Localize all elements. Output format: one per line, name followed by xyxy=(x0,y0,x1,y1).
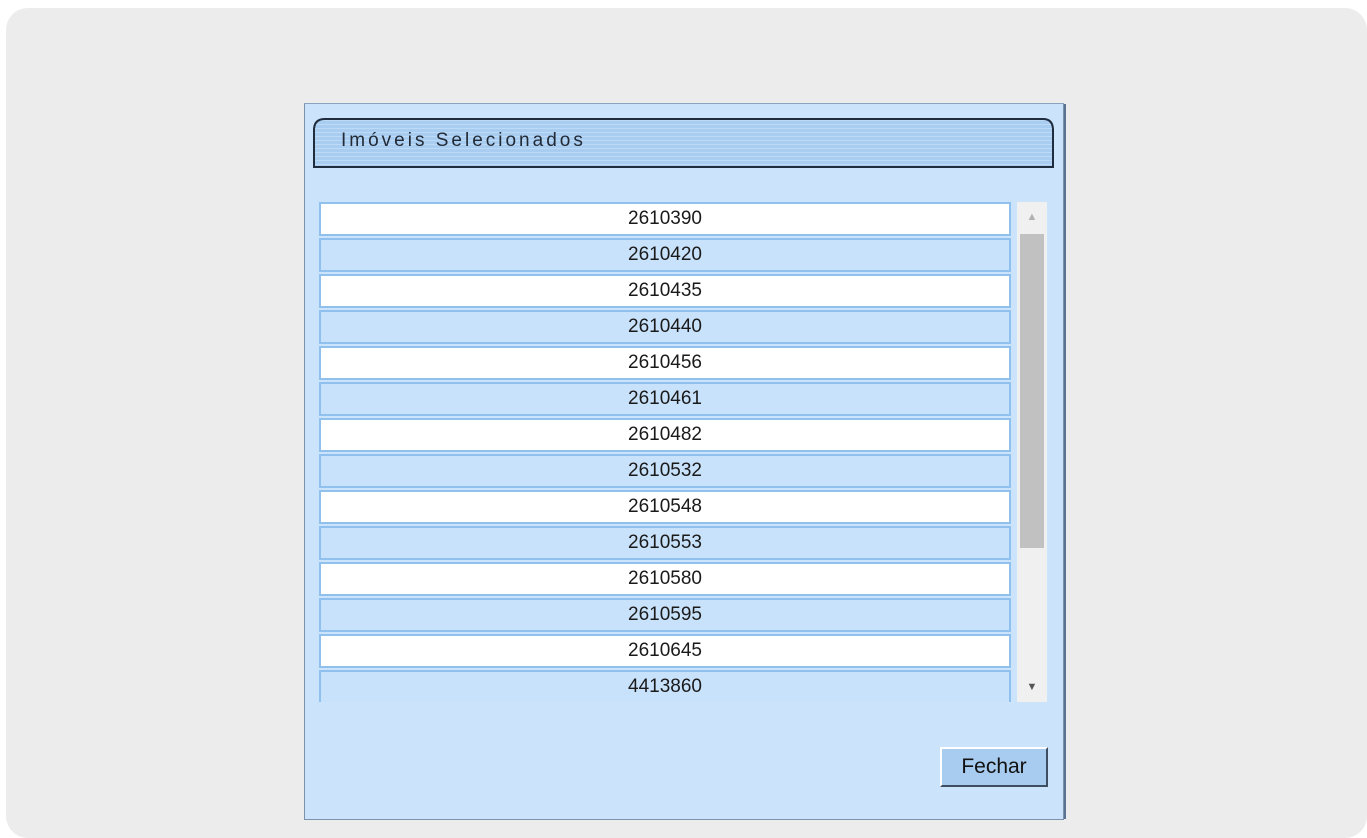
list-item[interactable]: 4413860 xyxy=(319,670,1011,702)
list-item[interactable]: 2610595 xyxy=(319,598,1011,632)
list-item[interactable]: 2610645 xyxy=(319,634,1011,668)
list-item[interactable]: 2610461 xyxy=(319,382,1011,416)
list-item[interactable]: 2610420 xyxy=(319,238,1011,272)
dialog-title: Imóveis Selecionados xyxy=(341,130,586,151)
selected-properties-dialog: Imóveis Selecionados 2610390 2610420 26104… xyxy=(304,103,1066,820)
list-item[interactable]: 2610456 xyxy=(319,346,1011,380)
list-item[interactable]: 2610532 xyxy=(319,454,1011,488)
list-item[interactable]: 2610482 xyxy=(319,418,1011,452)
list-item[interactable]: 2610435 xyxy=(319,274,1011,308)
property-list-rows: 2610390 2610420 2610435 2610440 2610456 26104… xyxy=(319,202,1011,702)
list-scrollbar[interactable]: ▲ ▼ xyxy=(1017,202,1047,702)
list-item[interactable]: 2610548 xyxy=(319,490,1011,524)
scroll-thumb[interactable] xyxy=(1020,234,1044,548)
list-item[interactable]: 2610553 xyxy=(319,526,1011,560)
property-list[interactable]: 2610390 2610420 2610435 2610440 2610456 26104… xyxy=(319,202,1049,702)
list-item[interactable]: 2610440 xyxy=(319,310,1011,344)
scroll-down-icon[interactable]: ▼ xyxy=(1017,672,1047,702)
close-button[interactable]: Fechar xyxy=(940,747,1048,787)
list-item[interactable]: 2610390 xyxy=(319,202,1011,236)
scroll-up-icon[interactable]: ▲ xyxy=(1017,202,1047,232)
list-item[interactable]: 2610580 xyxy=(319,562,1011,596)
dialog-title-bar: Imóveis Selecionados xyxy=(313,118,1055,168)
